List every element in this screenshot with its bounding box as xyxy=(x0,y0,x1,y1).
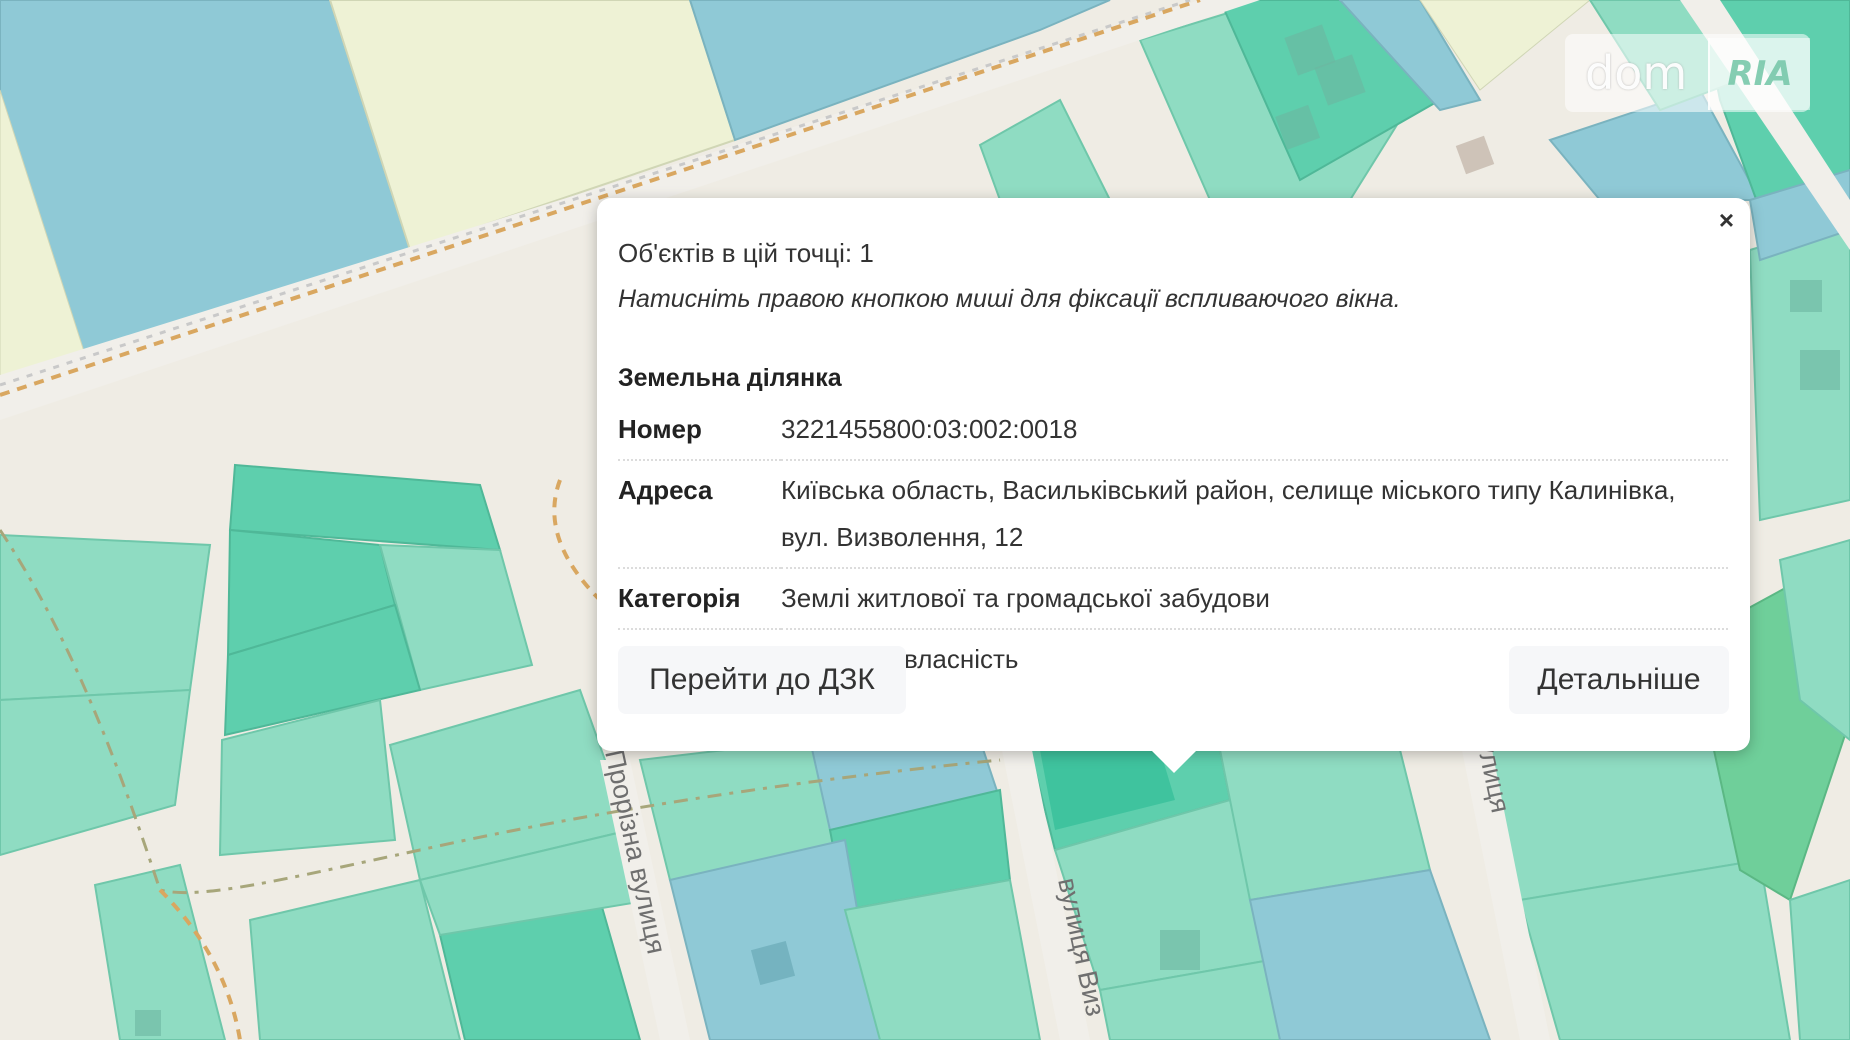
attr-value: 3221455800:03:002:0018 xyxy=(781,406,1728,461)
parcel-info-popup: × Об'єктів в цій точці: 1 Натисніть прав… xyxy=(597,198,1750,751)
table-row: Адреса Київська область, Васильківський … xyxy=(618,460,1728,569)
attr-key: Номер xyxy=(618,406,781,461)
details-button[interactable]: Детальніше xyxy=(1509,646,1729,714)
parcel[interactable] xyxy=(1788,878,1850,1040)
go-to-dzk-button[interactable]: Перейти до ДЗК xyxy=(618,646,906,714)
building xyxy=(1800,350,1840,390)
watermark-badge-text: RIA xyxy=(1727,54,1793,94)
parcel[interactable] xyxy=(0,533,212,702)
watermark-text: dom xyxy=(1585,46,1688,100)
table-row: Категорія Землі житлової та громадської … xyxy=(618,568,1728,630)
attr-value: Землі житлової та громадської забудови xyxy=(781,568,1728,630)
attr-value: Київська область, Васильківський район, … xyxy=(781,460,1728,569)
building xyxy=(135,1010,161,1036)
building xyxy=(1790,280,1822,312)
attr-key: Адреса xyxy=(618,460,781,569)
map-view[interactable]: Прорізна вулиця вулиця Виз улиця dom RIA… xyxy=(0,0,1850,1040)
popup-hint: Натисніть правою кнопкою миші для фіксац… xyxy=(618,285,1401,313)
close-icon[interactable]: × xyxy=(1719,206,1734,234)
building xyxy=(1160,930,1200,970)
watermark: dom RIA xyxy=(1565,34,1810,112)
popup-tip xyxy=(1152,751,1196,773)
watermark-badge: RIA xyxy=(1708,38,1810,110)
section-title: Земельна ділянка xyxy=(618,364,842,392)
table-row: Номер 3221455800:03:002:0018 xyxy=(618,406,1728,461)
attr-key: Категорія xyxy=(618,568,781,630)
objects-count: Об'єктів в цій точці: 1 xyxy=(618,238,874,268)
parcel[interactable] xyxy=(843,878,1042,1040)
